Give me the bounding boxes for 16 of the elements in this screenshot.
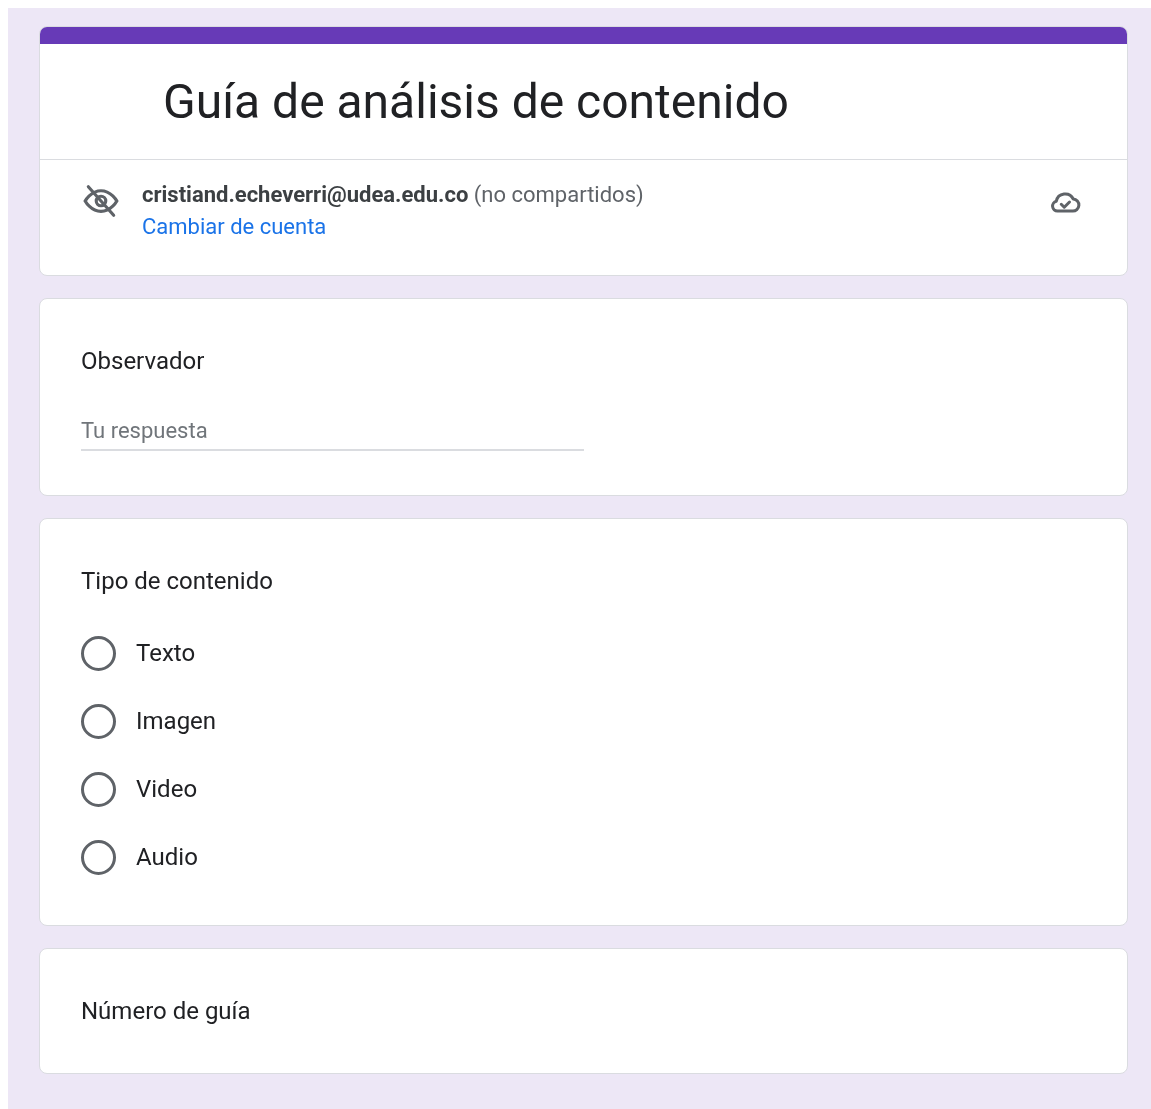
radio-button[interactable] (81, 703, 116, 739)
radio-button[interactable] (81, 771, 116, 807)
question-title: Número de guía (81, 996, 252, 1027)
switch-account-link[interactable]: Cambiar de cuenta (142, 210, 327, 244)
radio-button[interactable] (81, 839, 116, 875)
radio-option[interactable]: Imagen (81, 697, 1086, 745)
radio-button[interactable] (81, 635, 116, 671)
radio-option[interactable]: Video (81, 765, 1086, 813)
answer-field[interactable]: Tu respuesta (81, 411, 584, 451)
question-title: Observador (81, 346, 206, 377)
form-title: Guía de análisis de contenido (163, 71, 789, 132)
account-line: cristiand.echeverri@udea.edu.co (no compartidos) (142, 181, 645, 209)
radio-option[interactable]: Texto (81, 629, 1086, 677)
eye-off-icon (82, 182, 120, 220)
radio-option[interactable]: Audio (81, 833, 1086, 881)
question-title: Tipo de contenido (81, 566, 274, 597)
